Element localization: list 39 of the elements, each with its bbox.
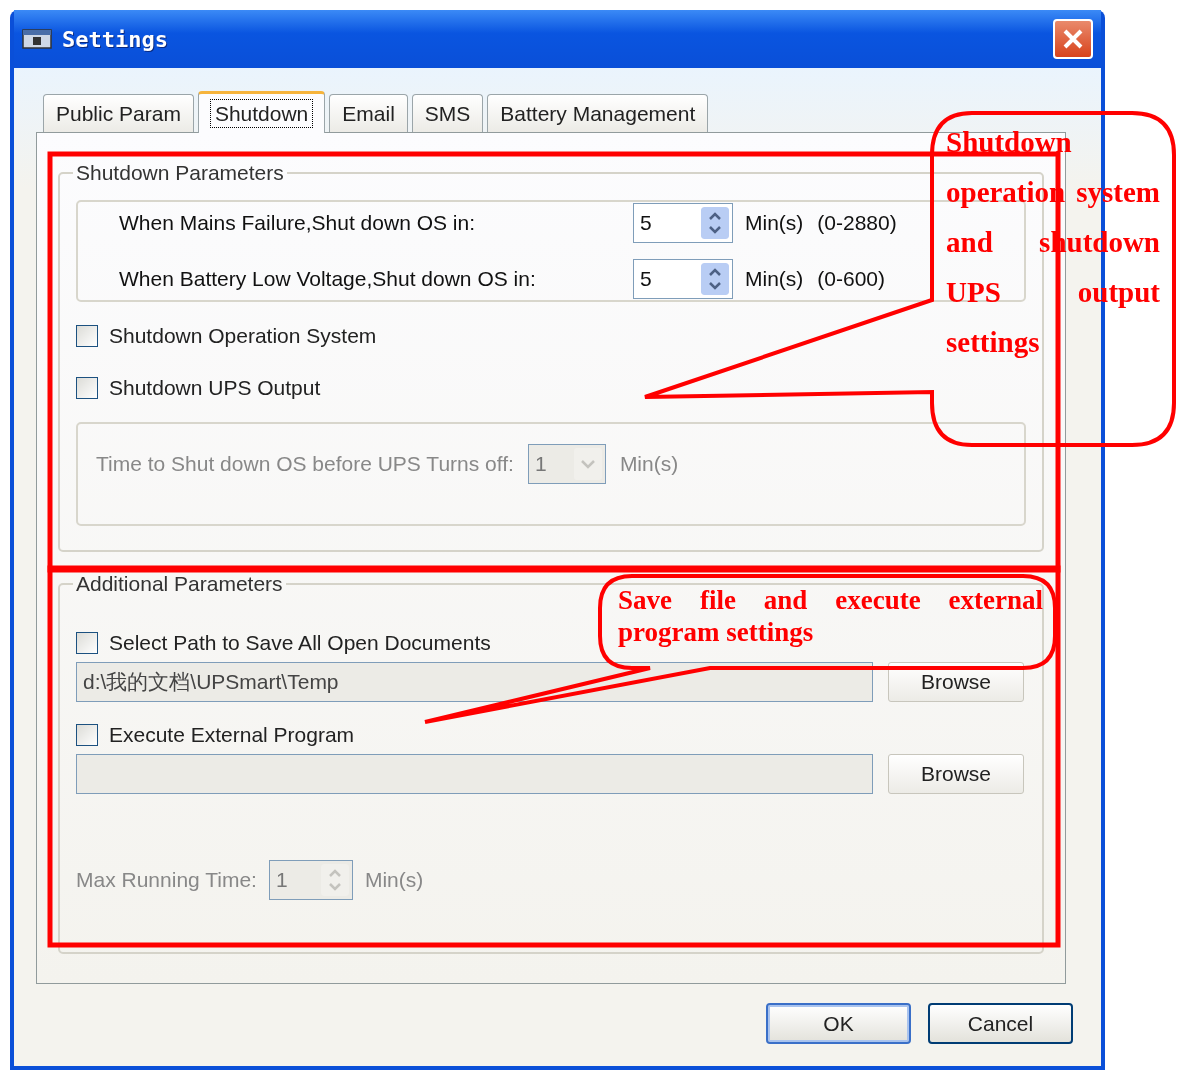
field-label: Time to Shut down OS before UPS Turns off: (96, 451, 514, 477)
range-label: (0-600) (817, 267, 886, 291)
group-title: Shutdown Parameters (75, 161, 285, 185)
unit-label: Min(s) (619, 451, 679, 477)
field-label: When Mains Failure,Shut down OS in: (119, 211, 476, 235)
checkbox[interactable] (76, 325, 98, 347)
field-label: When Battery Low Voltage,Shut down OS in: (119, 267, 537, 291)
dialog-button[interactable]: Cancel (928, 1003, 1073, 1044)
checkbox[interactable] (76, 632, 98, 654)
checkbox-label[interactable]: Select Path to Save All Open Documents (109, 631, 491, 655)
number-spinner[interactable]: 5 (633, 203, 733, 243)
checkbox-label[interactable]: Shutdown UPS Output (109, 376, 321, 400)
range-label: (0-2880) (817, 211, 897, 235)
checkbox-label[interactable]: Execute External Program (109, 723, 355, 747)
group-title: Additional Parameters (75, 572, 284, 596)
window-icon (22, 28, 52, 50)
browse-button[interactable]: Browse (888, 662, 1024, 702)
unit-label: Min(s) (745, 267, 804, 291)
number-spinner[interactable]: 5 (633, 259, 733, 299)
tab[interactable]: Public Param (43, 94, 194, 132)
tab[interactable]: Email (329, 94, 408, 132)
browse-button[interactable]: Browse (888, 754, 1024, 794)
tab[interactable]: SMS (411, 94, 484, 132)
checkbox-label[interactable]: Shutdown Operation System (109, 324, 377, 348)
callout-text: Save file and execute external program settings (618, 584, 1043, 649)
field-label: Max Running Time: (76, 868, 257, 892)
close-button[interactable] (1053, 19, 1093, 59)
close-icon (1062, 28, 1084, 50)
chevron-down-icon (573, 448, 602, 480)
dialog-button[interactable]: OK (766, 1003, 911, 1044)
tab[interactable]: Shutdown (197, 91, 326, 133)
window-title: Settings (62, 26, 169, 52)
checkbox[interactable] (76, 724, 98, 746)
unit-label: Min(s) (745, 211, 804, 235)
spin-arrows-icon[interactable] (701, 207, 729, 239)
tab[interactable]: Battery Management (487, 94, 709, 132)
unit-label: Min(s) (364, 868, 424, 892)
checkbox[interactable] (76, 377, 98, 399)
spin-arrows-icon[interactable] (701, 263, 729, 295)
